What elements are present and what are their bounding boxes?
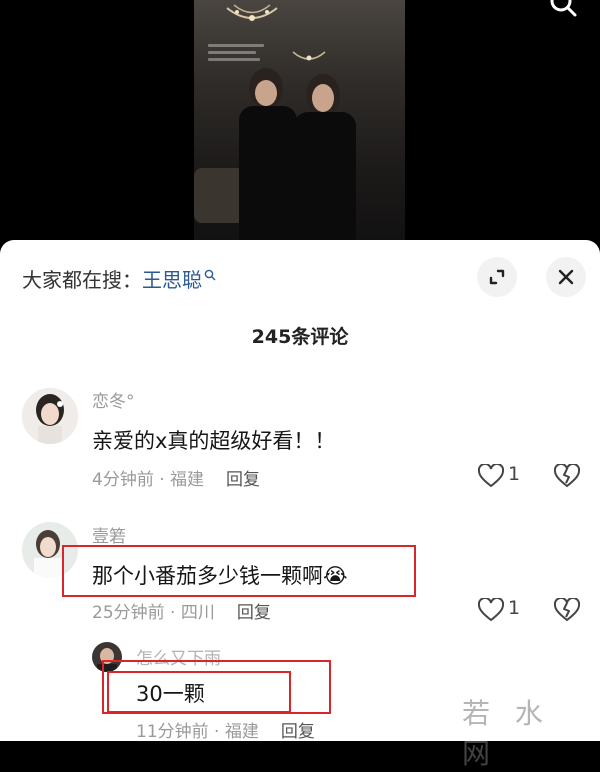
like-count: 1 [508, 463, 521, 485]
comment-item: 恋冬° 亲爱的x真的超级好看！！ 4分钟前 · 福建 回复 1 [0, 385, 600, 495]
like-count: 1 [508, 597, 521, 619]
reply-button[interactable]: 回复 [237, 603, 271, 623]
avatar[interactable] [22, 388, 78, 444]
video-thumbnail [194, 0, 405, 245]
expand-icon [489, 269, 505, 285]
reply-meta: 11分钟前 · 福建 回复 [136, 717, 315, 742]
broken-heart-icon[interactable] [554, 598, 580, 622]
comment-text: 亲爱的x真的超级好看！！ [92, 429, 336, 453]
ceiling-light-decoration [292, 51, 326, 61]
expand-button[interactable] [477, 257, 517, 297]
close-button[interactable] [546, 257, 586, 297]
heart-icon[interactable] [478, 598, 504, 622]
comment-time-location: 4分钟前 · 福建 [92, 470, 205, 490]
reply-time-location: 11分钟前 · 福建 [136, 722, 259, 742]
person-figure [239, 68, 299, 245]
site-watermark: 若 水 网 [462, 697, 551, 770]
highlight-box [62, 545, 416, 597]
person-figure [294, 74, 358, 245]
hot-search-keyword[interactable]: 王思聪 [142, 268, 202, 292]
search-icon [204, 269, 216, 281]
reply-button[interactable]: 回复 [281, 722, 315, 742]
broken-heart-icon[interactable] [554, 464, 580, 488]
comment-author[interactable]: 恋冬° [92, 387, 135, 412]
comment-count: 245条评论 [251, 326, 349, 348]
video-player[interactable] [0, 0, 600, 245]
comment-author[interactable]: 壹箬 [92, 522, 126, 547]
reply-button[interactable]: 回复 [226, 470, 260, 490]
highlight-box [107, 671, 291, 713]
comment-meta: 25分钟前 · 四川 回复 [92, 598, 271, 623]
heart-icon[interactable] [478, 464, 504, 488]
search-icon[interactable] [548, 0, 578, 18]
comments-sheet: 大家都在搜：王思聪 245条评论 恋冬° 亲爱的x真的超级好看！！ 4分钟前 ·… [0, 240, 600, 770]
chandelier-decoration [226, 4, 278, 21]
hot-search-bar[interactable]: 大家都在搜：王思聪 [22, 264, 216, 293]
comment-time-location: 25分钟前 · 四川 [92, 603, 215, 623]
avatar-image [22, 388, 78, 444]
hot-search-prefix: 大家都在搜： [22, 268, 142, 292]
comment-meta: 4分钟前 · 福建 回复 [92, 465, 260, 490]
close-icon [558, 269, 574, 285]
video-overlay-caption [208, 44, 268, 65]
